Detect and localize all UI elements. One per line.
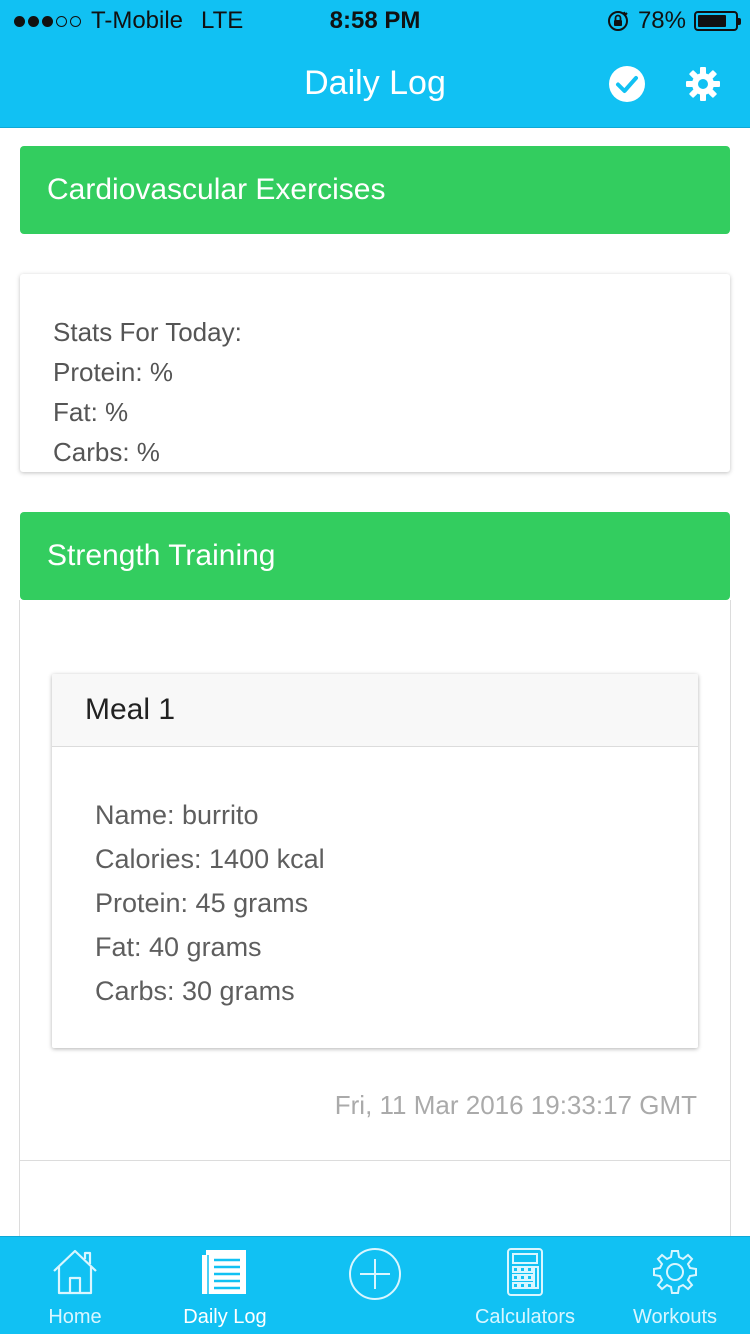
tab-calculators[interactable]: Calculators [450,1237,600,1335]
stats-protein: Protein: % [53,357,173,387]
gear-icon [653,1250,697,1294]
document-icon [202,1250,246,1294]
meal-protein: Protein: 45 grams [95,888,309,918]
tab-home-label: Home [48,1306,102,1328]
strength-section-header[interactable]: Strength Training [20,512,730,600]
meal-timestamp: Fri, 11 Mar 2016 19:33:17 GMT [334,1090,697,1120]
tab-daily-log-label: Daily Log [183,1306,267,1328]
meal-title: Meal 1 [52,674,698,747]
tab-daily-log[interactable]: Daily Log [150,1237,300,1335]
tab-add[interactable] [300,1237,450,1335]
stats-fat: Fat: % [53,397,129,427]
battery-percent: 78% [637,7,686,34]
meal-fat: Fat: 40 grams [95,932,262,962]
tab-home[interactable]: Home [0,1237,150,1335]
home-icon [53,1249,97,1295]
meal-card[interactable]: Meal 1 Name: burrito Calories: 1400 kcal… [52,674,698,1048]
meal-carbs: Carbs: 30 grams [95,976,295,1006]
gear-icon[interactable] [683,64,723,104]
add-circle-icon [349,1248,401,1300]
tab-bar: Home Daily Log Calculators Workouts [0,1236,750,1334]
status-right: 78% [606,7,741,35]
calculator-icon [507,1248,543,1296]
scroll-content[interactable]: Cardiovascular Exercises Stats For Today… [0,128,750,1236]
battery-icon [694,11,741,31]
tab-workouts[interactable]: Workouts [600,1237,750,1335]
tab-workouts-label: Workouts [632,1306,718,1328]
strength-panel: Meal 1 Name: burrito Calories: 1400 kcal… [19,600,731,1236]
meal-name: Name: burrito [95,800,259,830]
orientation-lock-icon [607,11,628,31]
check-circle-icon[interactable] [607,64,647,104]
stats-card: Stats For Today: Protein: % Fat: % Carbs… [20,274,730,472]
cardio-section-header[interactable]: Cardiovascular Exercises [20,146,730,234]
status-bar: T-Mobile LTE 8:58 PM 78% [0,0,750,42]
battery-fill [698,15,727,27]
tab-calculators-label: Calculators [474,1306,576,1328]
list-divider [20,1160,730,1161]
nav-bar: Daily Log [0,42,750,128]
meal-details: Name: burrito Calories: 1400 kcal Protei… [52,747,698,1013]
meal-calories: Calories: 1400 kcal [95,844,325,874]
stats-heading: Stats For Today: [53,317,242,347]
stats-carbs: Carbs: % [53,437,160,467]
